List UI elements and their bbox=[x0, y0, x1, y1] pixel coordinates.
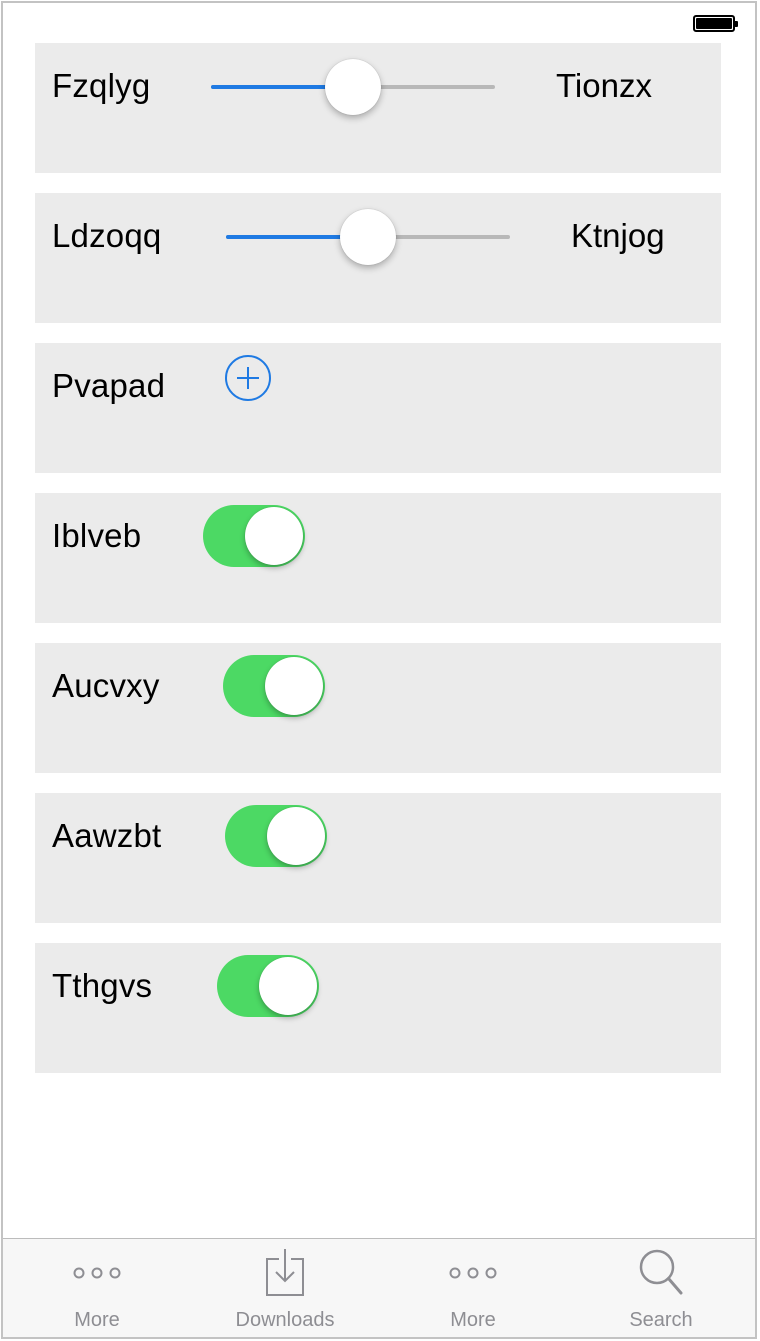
plus-circle-icon[interactable] bbox=[225, 355, 271, 401]
slider-thumb[interactable] bbox=[325, 59, 381, 115]
slider-row: Ldzoqq Ktnjog bbox=[35, 193, 721, 323]
toggle-knob bbox=[245, 507, 303, 565]
slider-thumb[interactable] bbox=[340, 209, 396, 265]
tab-label: Search bbox=[629, 1309, 693, 1331]
slider-end-label: Tionzx bbox=[556, 67, 652, 104]
slider-end-label: Ktnjog bbox=[571, 217, 665, 254]
tab-search[interactable]: Search bbox=[567, 1239, 755, 1337]
slider[interactable] bbox=[211, 57, 495, 117]
tab-more[interactable]: More bbox=[3, 1239, 191, 1337]
more-icon bbox=[449, 1267, 497, 1279]
slider-label: Ldzoqq bbox=[52, 217, 162, 254]
toggle-switch[interactable] bbox=[217, 955, 319, 1017]
tab-downloads[interactable]: Downloads bbox=[191, 1239, 379, 1337]
search-icon bbox=[639, 1249, 683, 1295]
toggle-switch[interactable] bbox=[225, 805, 327, 867]
toggle-row: Tthgvs bbox=[35, 943, 721, 1073]
toggle-knob bbox=[259, 957, 317, 1015]
toggle-knob bbox=[265, 657, 323, 715]
tab-label: More bbox=[450, 1309, 496, 1331]
toggle-label: Tthgvs bbox=[52, 967, 153, 1004]
toggle-label: Aawzbt bbox=[52, 817, 162, 854]
toggle-label: Aucvxy bbox=[52, 667, 160, 704]
more-icon bbox=[73, 1267, 121, 1279]
toggle-row: Aawzbt bbox=[35, 793, 721, 923]
tab-label: More bbox=[74, 1309, 120, 1331]
toggle-row: Aucvxy bbox=[35, 643, 721, 773]
toggle-switch[interactable] bbox=[223, 655, 325, 717]
app-screen: Fzqlyg Tionzx Ldzoqq Ktnjog Pvapad Iblve… bbox=[1, 1, 757, 1339]
tab-more[interactable]: More bbox=[379, 1239, 567, 1337]
tab-bar: More Downloads More Search bbox=[3, 1238, 755, 1337]
toggle-switch[interactable] bbox=[203, 505, 305, 567]
toggle-knob bbox=[267, 807, 325, 865]
add-row: Pvapad bbox=[35, 343, 721, 473]
slider-label: Fzqlyg bbox=[52, 67, 151, 104]
toggle-label: Iblveb bbox=[52, 517, 142, 554]
toggle-row: Iblveb bbox=[35, 493, 721, 623]
add-row-label: Pvapad bbox=[52, 367, 166, 404]
downloads-icon bbox=[266, 1249, 304, 1296]
slider[interactable] bbox=[226, 207, 510, 267]
slider-row: Fzqlyg Tionzx bbox=[35, 43, 721, 173]
battery-full-icon bbox=[693, 15, 738, 32]
tab-label: Downloads bbox=[235, 1309, 335, 1331]
